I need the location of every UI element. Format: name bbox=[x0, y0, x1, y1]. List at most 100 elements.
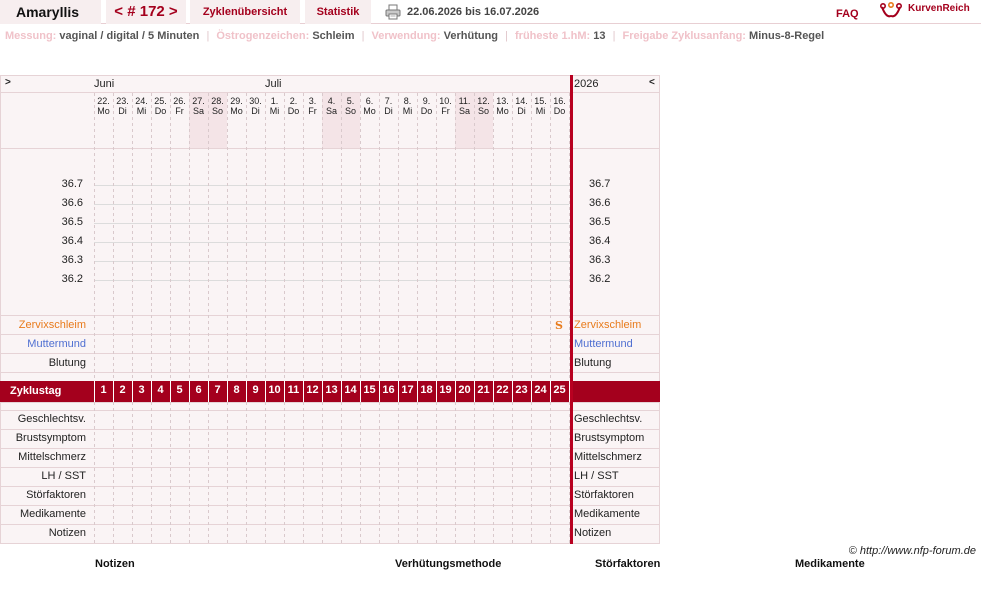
day-weekday: Mi bbox=[402, 106, 413, 116]
bottom-row-label-right: Mittelschmerz bbox=[574, 451, 642, 463]
cycle-day-number: 16 bbox=[382, 384, 395, 396]
day-weekday: Do bbox=[420, 106, 433, 116]
day-date: 28. bbox=[211, 96, 224, 106]
cycle-day-number: 3 bbox=[138, 384, 145, 396]
kurvenreich-logo-icon[interactable] bbox=[880, 2, 902, 20]
bottom-row-label: Brustsymptom bbox=[15, 432, 86, 444]
cervical-mucus-label: Zervixschleim bbox=[18, 319, 86, 331]
separator: | bbox=[206, 30, 210, 42]
day-weekday: Do bbox=[287, 106, 300, 116]
temperature-label-right: 36.7 bbox=[589, 178, 611, 190]
temperature-label-right: 36.4 bbox=[589, 235, 611, 247]
day-weekday: Mo bbox=[496, 106, 509, 116]
cycle-day-number: 18 bbox=[420, 384, 433, 396]
bottom-row-label-right: Geschlechtsv. bbox=[574, 413, 643, 425]
cycle-day-number: 4 bbox=[157, 384, 164, 396]
day-weekday: Fr bbox=[175, 106, 184, 116]
day-date: 23. bbox=[116, 96, 129, 106]
day-date: 30. bbox=[249, 96, 262, 106]
cycle-day-number: 23 bbox=[515, 384, 528, 396]
medication-title: Medikamente bbox=[795, 558, 865, 570]
chart-prev-arrow[interactable]: > bbox=[5, 77, 11, 88]
cycle-day-number: 24 bbox=[534, 384, 547, 396]
day-weekday: So bbox=[211, 106, 223, 116]
printer-icon[interactable] bbox=[385, 4, 401, 20]
cycle-day-number: 15 bbox=[363, 384, 376, 396]
chart-year: 2026 bbox=[574, 78, 599, 90]
cycle-info-bar: Messung: vaginal / digital / 5 Minuten |… bbox=[5, 30, 824, 44]
cycle-day-number: 7 bbox=[214, 384, 221, 396]
day-weekday: Di bbox=[251, 106, 260, 116]
bottom-row-label: Störfaktoren bbox=[26, 489, 86, 501]
day-weekday: Fr bbox=[308, 106, 317, 116]
statistics-button[interactable]: Statistik bbox=[305, 0, 371, 24]
date-range: 22.06.2026 bis 16.07.2026 bbox=[407, 6, 540, 18]
day-date: 15. bbox=[534, 96, 547, 106]
copyright-link[interactable]: © http://www.nfp-forum.de bbox=[849, 545, 976, 557]
day-date: 4. bbox=[327, 96, 336, 106]
day-date: 11. bbox=[458, 96, 471, 106]
day-weekday: So bbox=[344, 106, 356, 116]
month-label: Juni bbox=[94, 78, 115, 90]
bottom-row-label: Notizen bbox=[48, 527, 86, 539]
day-weekday: Mo bbox=[230, 106, 243, 116]
measurement-value: vaginal / digital / 5 Minuten bbox=[59, 30, 200, 42]
disturbance-title: Störfaktoren bbox=[595, 558, 661, 570]
cycle-day-number: 17 bbox=[401, 384, 414, 396]
day-weekday: Mi bbox=[269, 106, 280, 116]
cervix-label-right: Muttermund bbox=[574, 338, 633, 350]
cycle-day-number: 9 bbox=[252, 384, 259, 396]
cycle-day-number: 6 bbox=[195, 384, 202, 396]
cycle-day-number: 25 bbox=[553, 384, 566, 396]
bleeding-label: Blutung bbox=[48, 357, 86, 369]
day-weekday: Mo bbox=[97, 106, 110, 116]
measurement-label: Messung: bbox=[5, 30, 57, 42]
top-bar: Amaryllis < # 172 > Zyklenübersicht Stat… bbox=[0, 0, 981, 24]
day-date: 26. bbox=[173, 96, 186, 106]
day-weekday: Sa bbox=[325, 106, 337, 116]
day-weekday: Do bbox=[154, 106, 167, 116]
earliest-value: 13 bbox=[593, 30, 606, 42]
day-date: 7. bbox=[384, 96, 393, 106]
faq-link[interactable]: FAQ bbox=[836, 2, 859, 26]
cycle-day-number: 21 bbox=[477, 384, 490, 396]
bleeding-label-right: Blutung bbox=[574, 357, 612, 369]
cycle-day-number: 8 bbox=[233, 384, 240, 396]
notes-title: Notizen bbox=[95, 558, 135, 570]
bottom-row-label: Medikamente bbox=[19, 508, 86, 520]
app-title: Amaryllis bbox=[0, 0, 101, 24]
bottom-row-label-right: LH / SST bbox=[574, 470, 619, 482]
day-weekday: Di bbox=[384, 106, 393, 116]
day-weekday: Fr bbox=[441, 106, 450, 116]
cycle-day-number: 2 bbox=[119, 384, 126, 396]
release-value: Minus-8-Regel bbox=[749, 30, 825, 42]
cycle-day-number: 11 bbox=[287, 384, 300, 396]
release-label: Freigabe Zyklusanfang: bbox=[622, 30, 746, 42]
bottom-row-label: LH / SST bbox=[41, 470, 86, 482]
cervix-label: Muttermund bbox=[27, 338, 86, 350]
temperature-label-right: 36.6 bbox=[589, 197, 611, 209]
chart-next-arrow[interactable]: < bbox=[649, 77, 655, 88]
cycle-day-number: 14 bbox=[344, 384, 357, 396]
estrogen-value: Schleim bbox=[312, 30, 355, 42]
day-date: 22. bbox=[97, 96, 110, 106]
day-date: 29. bbox=[230, 96, 243, 106]
usage-label: Verwendung: bbox=[371, 30, 441, 42]
day-date: 14. bbox=[515, 96, 528, 106]
mucus-marker[interactable]: S bbox=[555, 319, 563, 332]
cycle-navigator[interactable]: < # 172 > bbox=[106, 0, 186, 24]
day-weekday: Di bbox=[118, 106, 127, 116]
temperature-label-right: 36.2 bbox=[589, 273, 611, 285]
cycle-day-number: 1 bbox=[100, 384, 107, 396]
temperature-label-left: 36.3 bbox=[61, 254, 83, 266]
day-weekday: Sa bbox=[192, 106, 204, 116]
day-weekday: Mi bbox=[136, 106, 147, 116]
temperature-label-left: 36.5 bbox=[61, 216, 83, 228]
day-weekday: Sa bbox=[458, 106, 470, 116]
day-date: 9. bbox=[422, 96, 431, 106]
cycle-overview-button[interactable]: Zyklenübersicht bbox=[190, 0, 300, 24]
logo-text[interactable]: KurvenReich bbox=[908, 0, 970, 21]
day-date: 25. bbox=[154, 96, 167, 106]
cycle-day-number: 13 bbox=[325, 384, 338, 396]
earliest-label: früheste 1.hM: bbox=[515, 30, 591, 42]
